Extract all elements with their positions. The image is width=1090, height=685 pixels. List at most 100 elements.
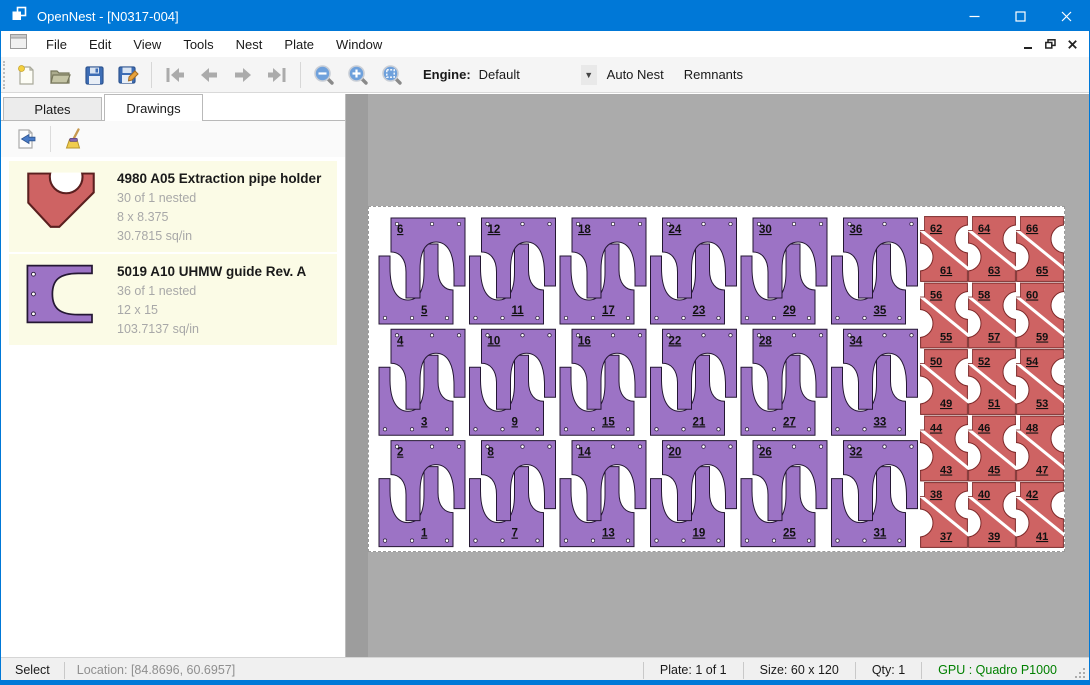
part-thumbnail-red xyxy=(19,170,103,232)
chevron-down-icon[interactable]: ▼ xyxy=(581,65,597,85)
part-number: 61 xyxy=(940,265,952,277)
drawing-nested: 30 of 1 nested xyxy=(117,191,321,205)
part-number: 40 xyxy=(978,489,990,501)
part-number: 29 xyxy=(783,305,796,317)
purple-part-pair-16-15[interactable]: 1615 xyxy=(560,329,646,435)
part-number: 53 xyxy=(1036,398,1048,410)
purple-part-pair-32-31[interactable]: 3231 xyxy=(832,441,918,547)
purple-part-pair-14-13[interactable]: 1413 xyxy=(560,441,646,547)
purple-part-pair-8-7[interactable]: 87 xyxy=(470,441,556,547)
part-number: 64 xyxy=(978,223,991,235)
part-number: 5 xyxy=(421,305,428,317)
purple-part-pair-4-3[interactable]: 43 xyxy=(379,329,465,435)
previous-plate-button[interactable] xyxy=(192,60,226,90)
tab-drawings[interactable]: Drawings xyxy=(104,94,203,121)
part-number: 47 xyxy=(1036,465,1048,477)
side-panel: Plates Drawings xyxy=(1,94,346,657)
toolbar-separator xyxy=(151,62,152,88)
zoom-in-button[interactable] xyxy=(341,60,375,90)
part-number: 59 xyxy=(1036,332,1048,344)
part-number: 55 xyxy=(940,332,952,344)
resize-grip[interactable] xyxy=(1073,666,1087,680)
purple-part-pair-18-17[interactable]: 1817 xyxy=(560,218,646,324)
part-number: 51 xyxy=(988,398,1000,410)
drawings-list: 4980 A05 Extraction pipe holder 30 of 1 … xyxy=(9,161,337,345)
drawing-area: 103.7137 sq/in xyxy=(117,322,306,336)
menu-edit[interactable]: Edit xyxy=(78,33,122,56)
purple-part-pair-22-21[interactable]: 2221 xyxy=(651,329,737,435)
part-number: 20 xyxy=(669,447,682,459)
auto-nest-button[interactable]: Auto Nest xyxy=(597,61,674,88)
purple-part-pair-24-23[interactable]: 2423 xyxy=(651,218,737,324)
import-drawing-button[interactable] xyxy=(9,124,43,154)
remnants-button[interactable]: Remnants xyxy=(674,61,753,88)
list-item[interactable]: 5019 A10 UHMW guide Rev. A 36 of 1 neste… xyxy=(9,254,337,345)
part-number: 9 xyxy=(512,416,518,428)
status-qty: Qty: 1 xyxy=(856,663,921,677)
drawing-nested: 36 of 1 nested xyxy=(117,284,306,298)
clean-drawings-button[interactable] xyxy=(58,124,92,154)
drawing-name: 5019 A10 UHMW guide Rev. A xyxy=(117,264,306,279)
menu-tools[interactable]: Tools xyxy=(172,33,224,56)
drawing-size: 12 x 15 xyxy=(117,303,306,317)
part-number: 4 xyxy=(397,335,404,347)
plate[interactable]: 6512111817242330293635431091615222128273… xyxy=(368,206,1065,552)
mdi-close-button[interactable] xyxy=(1061,34,1083,54)
purple-part-pair-12-11[interactable]: 12 11 xyxy=(470,218,556,324)
part-number: 12 xyxy=(488,224,501,236)
menu-bar: FileEditViewToolsNestPlateWindow xyxy=(1,31,1089,57)
open-file-icon xyxy=(48,63,72,87)
open-file-button[interactable] xyxy=(43,60,77,90)
part-number: 21 xyxy=(693,416,706,428)
title-bar: OpenNest - [N0317-004] xyxy=(1,1,1089,31)
part-number: 35 xyxy=(874,305,887,317)
purple-part-pair-28-27[interactable]: 2827 xyxy=(741,329,827,435)
purple-part-pair-30-29[interactable]: 3029 xyxy=(741,218,827,324)
part-number: 25 xyxy=(783,528,796,540)
tab-plates[interactable]: Plates xyxy=(3,97,102,121)
part-number: 34 xyxy=(850,335,863,347)
purple-part-pair-36-35[interactable]: 3635 xyxy=(832,218,918,324)
status-bar: Select Location: [84.8696, 60.6957] Plat… xyxy=(1,657,1089,682)
engine-dropdown[interactable]: Default ▼ xyxy=(479,63,597,87)
maximize-button[interactable] xyxy=(997,1,1043,31)
purple-part-pair-34-33[interactable]: 3433 xyxy=(832,329,918,435)
part-number: 54 xyxy=(1026,356,1039,368)
next-plate-button[interactable] xyxy=(226,60,260,90)
zoom-out-button[interactable] xyxy=(307,60,341,90)
part-number: 11 xyxy=(512,305,525,317)
mdi-restore-button[interactable] xyxy=(1039,34,1061,54)
purple-part-pair-10-9[interactable]: 109 xyxy=(470,329,556,435)
part-number: 17 xyxy=(602,305,615,317)
list-item[interactable]: 4980 A05 Extraction pipe holder 30 of 1 … xyxy=(9,161,337,252)
purple-part-pair-2-1[interactable]: 21 xyxy=(379,441,465,547)
menu-window[interactable]: Window xyxy=(325,33,393,56)
menu-view[interactable]: View xyxy=(122,33,172,56)
part-number: 15 xyxy=(602,416,615,428)
purple-part-pair-26-25[interactable]: 2625 xyxy=(741,441,827,547)
last-plate-button[interactable] xyxy=(260,60,294,90)
nest-canvas[interactable]: 6512111817242330293635431091615222128273… xyxy=(346,94,1090,657)
menu-plate[interactable]: Plate xyxy=(273,33,325,56)
mdi-minimize-button[interactable] xyxy=(1017,34,1039,54)
part-number: 39 xyxy=(988,531,1000,543)
first-plate-button[interactable] xyxy=(158,60,192,90)
status-plate: Plate: 1 of 1 xyxy=(644,663,743,677)
close-button[interactable] xyxy=(1043,1,1089,31)
part-number: 14 xyxy=(578,447,591,459)
new-file-button[interactable] xyxy=(9,60,43,90)
part-number: 1 xyxy=(421,528,428,540)
minimize-button[interactable] xyxy=(951,1,997,31)
zoom-fit-button[interactable] xyxy=(375,60,409,90)
part-number: 62 xyxy=(930,223,942,235)
part-number: 56 xyxy=(930,290,942,302)
purple-part-pair-20-19[interactable]: 2019 xyxy=(651,441,737,547)
save-as-button[interactable] xyxy=(111,60,145,90)
menu-file[interactable]: File xyxy=(35,33,78,56)
purple-part-pair-6-5[interactable]: 65 xyxy=(379,218,465,324)
save-button[interactable] xyxy=(77,60,111,90)
menu-nest[interactable]: Nest xyxy=(225,33,274,56)
part-number: 58 xyxy=(978,290,990,302)
part-number: 2 xyxy=(397,447,403,459)
part-number: 18 xyxy=(578,224,591,236)
